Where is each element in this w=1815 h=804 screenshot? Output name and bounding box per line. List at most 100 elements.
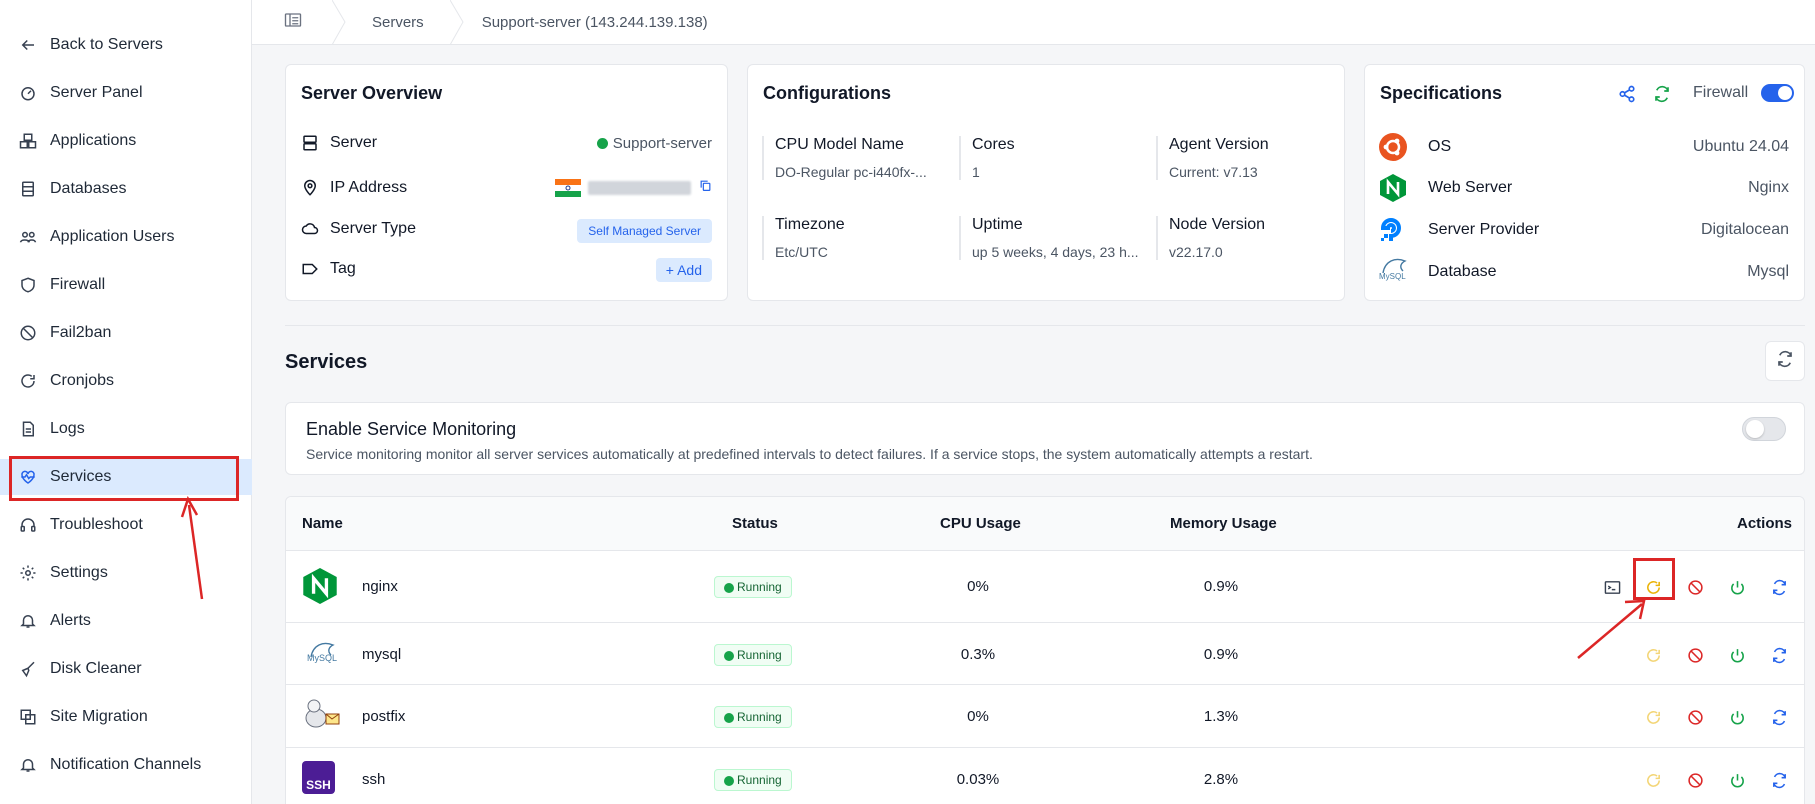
spec-webserver-label: Web Server [1428, 179, 1513, 196]
config-value: DO-Regular pc-i440fx-... [775, 164, 927, 180]
ban-icon [18, 323, 38, 343]
ip-label: IP Address [301, 179, 407, 197]
power-icon[interactable] [1728, 578, 1746, 596]
migrate-icon [18, 707, 38, 727]
stop-icon[interactable] [1686, 771, 1704, 789]
service-monitoring-description: Service monitoring monitor all server se… [306, 446, 1313, 462]
section-divider [285, 325, 1805, 326]
column-header-actions: Actions [1737, 515, 1793, 532]
breadcrumb-current-server: Support-server (143.244.139.138) [481, 13, 708, 31]
sidebar-item-firewall[interactable]: Firewall [0, 267, 252, 303]
gauge-icon [18, 83, 38, 103]
broom-icon [18, 659, 38, 679]
sidebar-item-cronjobs[interactable]: Cronjobs [0, 363, 252, 399]
refresh-icon [1776, 350, 1794, 373]
spec-provider-value: Digitalocean [1700, 221, 1789, 238]
annotation-highlight-restart [1633, 558, 1675, 600]
sidebar: Back to Servers Server Panel Application… [0, 0, 252, 804]
config-value: 1 [972, 164, 980, 180]
sync-icon[interactable] [1653, 85, 1671, 108]
service-monitoring-card: Enable Service Monitoring Service monito… [285, 402, 1805, 475]
server-overview-card: Server Overview Server Support-server IP… [285, 64, 728, 301]
sidebar-item-application-users[interactable]: Application Users [0, 219, 252, 255]
config-cores: Cores 1 [959, 136, 1015, 180]
config-value: up 5 weeks, 4 days, 23 h... [972, 244, 1139, 260]
stop-icon[interactable] [1686, 578, 1704, 596]
config-node-version: Node Version v22.17.0 [1156, 216, 1265, 260]
row-divider [286, 550, 1804, 551]
add-tag-button[interactable]: + Add [655, 258, 712, 282]
sidebar-item-server-panel[interactable]: Server Panel [0, 75, 252, 111]
firewall-toggle[interactable] [1761, 84, 1794, 102]
sidebar-item-notification-channels[interactable]: Notification Channels [0, 747, 252, 783]
sidebar-item-alerts[interactable]: Alerts [0, 603, 252, 639]
sidebar-item-site-migration[interactable]: Site Migration [0, 699, 252, 735]
boxes-icon [18, 131, 38, 151]
services-refresh-button[interactable] [1765, 341, 1805, 381]
breadcrumb-home[interactable] [252, 0, 332, 45]
sidebar-item-applications[interactable]: Applications [0, 123, 252, 159]
spec-os-value: Ubuntu 24.04 [1692, 138, 1789, 155]
sidebar-item-label: Applications [50, 132, 137, 149]
terminal-icon[interactable] [1603, 578, 1621, 596]
power-icon[interactable] [1728, 708, 1746, 726]
column-header-status: Status [732, 515, 778, 532]
reload-icon[interactable] [1770, 771, 1788, 789]
bell-icon [18, 755, 38, 775]
config-value: v22.17.0 [1169, 244, 1223, 260]
server-label: Server [301, 134, 377, 152]
reload-icon[interactable] [1770, 646, 1788, 664]
config-cpu-model: CPU Model Name DO-Regular pc-i440fx-... [762, 136, 927, 180]
card-title: Specifications [1380, 83, 1503, 103]
service-monitoring-toggle[interactable] [1742, 417, 1786, 441]
sidebar-item-fail2ban[interactable]: Fail2ban [0, 315, 252, 351]
sidebar-item-label: Server Panel [50, 84, 143, 101]
server-type-label-text: Server Type [330, 220, 416, 237]
sidebar-item-databases[interactable]: Databases [0, 171, 252, 207]
sidebar-item-logs[interactable]: Logs [0, 411, 252, 447]
copy-icon[interactable] [699, 179, 712, 197]
server-type-label: Server Type [301, 220, 416, 238]
tag-label: Tag [301, 260, 356, 278]
status-badge: Running [714, 576, 792, 598]
sidebar-item-disk-cleaner[interactable]: Disk Cleaner [0, 651, 252, 687]
power-icon[interactable] [1728, 771, 1746, 789]
refresh-icon [18, 371, 38, 391]
power-icon[interactable] [1728, 646, 1746, 664]
reload-icon[interactable] [1770, 708, 1788, 726]
service-name: nginx [362, 578, 398, 595]
share-icon[interactable] [1618, 85, 1636, 108]
column-header-memory: Memory Usage [1170, 515, 1277, 532]
cpu-usage: 0% [967, 578, 989, 595]
configurations-card: Configurations CPU Model Name DO-Regular… [747, 64, 1345, 301]
spec-provider-label: Server Provider [1428, 221, 1540, 238]
config-key: CPU Model Name [775, 136, 904, 153]
sidebar-item-label: Settings [50, 564, 108, 581]
services-title: Services [285, 351, 368, 373]
server-type-badge: Self Managed Server [577, 219, 712, 243]
breadcrumb-servers[interactable]: Servers [346, 0, 450, 45]
memory-usage: 1.3% [1203, 708, 1239, 725]
restart-icon[interactable] [1644, 771, 1662, 789]
spec-database-label: Database [1428, 263, 1497, 280]
sidebar-item-label: Firewall [50, 276, 106, 293]
row-divider [286, 684, 1804, 685]
cpu-usage: 0.03% [956, 771, 1000, 788]
card-title: Configurations [763, 83, 891, 103]
shield-icon [18, 275, 38, 295]
stop-icon[interactable] [1686, 708, 1704, 726]
sidebar-item-label: Notification Channels [50, 756, 202, 773]
reload-icon[interactable] [1770, 578, 1788, 596]
status-badge: Running [714, 706, 792, 728]
table-header [286, 497, 1804, 550]
restart-icon[interactable] [1644, 708, 1662, 726]
sidebar-item-back-to-servers[interactable]: Back to Servers [0, 27, 252, 63]
database-icon [18, 179, 38, 199]
ip-address-redacted [588, 181, 691, 195]
ip-label-text: IP Address [330, 179, 408, 196]
toggle-knob [1746, 420, 1764, 438]
stop-icon[interactable] [1686, 646, 1704, 664]
config-agent-version: Agent Version Current: v7.13 [1156, 136, 1269, 180]
config-key: Uptime [972, 216, 1023, 233]
service-name: ssh [362, 771, 386, 788]
